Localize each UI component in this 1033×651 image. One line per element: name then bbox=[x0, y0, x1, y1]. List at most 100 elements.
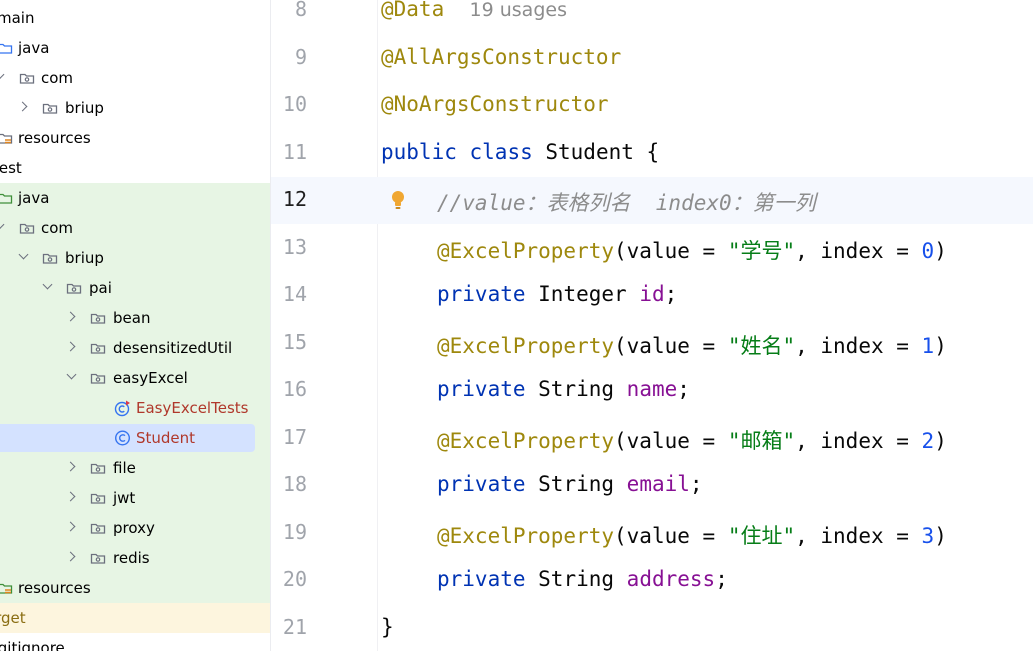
code-line-16[interactable]: 16 private String name; bbox=[271, 367, 1033, 414]
chevron-right-icon[interactable] bbox=[65, 341, 76, 352]
tree-item-test-briup[interactable]: briup bbox=[0, 243, 270, 273]
code-token: (value = bbox=[614, 238, 728, 263]
code-token: , index = bbox=[795, 238, 922, 263]
code-line-10[interactable]: 10 @NoArgsConstructor bbox=[271, 82, 1033, 129]
code-token: private bbox=[437, 282, 539, 306]
chevron-right-icon[interactable] bbox=[17, 101, 28, 112]
code-token: 0 bbox=[921, 238, 935, 263]
tree-item-label: bean bbox=[113, 309, 151, 327]
usages-hint[interactable]: 19 usages bbox=[470, 0, 567, 21]
package-icon bbox=[66, 283, 82, 294]
line-number[interactable]: 21 bbox=[271, 615, 307, 639]
tree-item-easyexceltests[interactable]: EasyExcelTests bbox=[0, 393, 270, 423]
tree-item-briup[interactable]: briup bbox=[0, 93, 270, 123]
code-token: 1 bbox=[921, 333, 935, 358]
line-number[interactable]: 18 bbox=[271, 472, 307, 496]
tree-item-test-com[interactable]: com bbox=[0, 213, 270, 243]
tree-item-redis[interactable]: redis bbox=[0, 543, 270, 573]
line-number[interactable]: 15 bbox=[271, 330, 307, 354]
code-line-8[interactable]: 8 @Data 19 usages bbox=[271, 0, 1033, 34]
line-number[interactable]: 20 bbox=[271, 567, 307, 591]
line-number[interactable]: 19 bbox=[271, 520, 307, 544]
package-icon bbox=[90, 463, 106, 474]
package-icon bbox=[42, 253, 58, 264]
code-token: (value = bbox=[614, 333, 728, 358]
tree-item-test[interactable]: test bbox=[0, 153, 270, 183]
line-number[interactable]: 11 bbox=[271, 140, 307, 164]
chevron-down-icon[interactable] bbox=[42, 279, 53, 290]
chevron-down-icon[interactable] bbox=[66, 369, 77, 380]
code-text: private Integer id; bbox=[437, 282, 677, 306]
tree-item-test-java[interactable]: java bbox=[0, 183, 270, 213]
chevron-right-icon[interactable] bbox=[65, 491, 76, 502]
tree-item-target[interactable]: target bbox=[0, 603, 270, 633]
code-line-21[interactable]: 21} bbox=[271, 605, 1033, 651]
code-line-12[interactable]: 12 //value：表格列名 index0：第一列 bbox=[271, 177, 1033, 224]
tree-item-jwt[interactable]: jwt bbox=[0, 483, 270, 513]
tree-item-easyexcel[interactable]: easyExcel bbox=[0, 363, 270, 393]
chevron-right-icon[interactable] bbox=[65, 461, 76, 472]
tree-item-java[interactable]: java bbox=[0, 33, 270, 63]
line-number[interactable]: 10 bbox=[271, 92, 307, 116]
tree-item-bean[interactable]: bean bbox=[0, 303, 270, 333]
tree-item-label: pai bbox=[89, 279, 112, 297]
tree-item-gitignore[interactable]: .gitignore bbox=[0, 633, 270, 651]
lightbulb-icon[interactable] bbox=[388, 189, 408, 211]
line-number[interactable]: 14 bbox=[271, 282, 307, 306]
tree-item-pai[interactable]: pai bbox=[0, 273, 270, 303]
chevron-right-icon[interactable] bbox=[65, 551, 76, 562]
tree-item-test-resources[interactable]: resources bbox=[0, 573, 270, 603]
code-line-9[interactable]: 9 @AllArgsConstructor bbox=[271, 35, 1033, 82]
tree-item-label: java bbox=[18, 189, 50, 207]
code-token: 2 bbox=[921, 428, 935, 453]
line-number[interactable]: 8 bbox=[271, 0, 307, 21]
code-token: ; bbox=[689, 472, 703, 496]
tree-item-label: main bbox=[0, 9, 35, 27]
code-token: @ExcelProperty bbox=[437, 428, 615, 453]
tree-item-label: file bbox=[113, 459, 136, 477]
code-line-19[interactable]: 19 @ExcelProperty(value = "住址", index = 3… bbox=[271, 510, 1033, 557]
code-token: @ExcelProperty bbox=[437, 523, 615, 548]
line-number[interactable]: 17 bbox=[271, 425, 307, 449]
code-line-18[interactable]: 18 private String email; bbox=[271, 462, 1033, 509]
tree-item-label: EasyExcelTests bbox=[136, 399, 249, 417]
tree-item-proxy[interactable]: proxy bbox=[0, 513, 270, 543]
test-source-folder-icon bbox=[0, 193, 13, 204]
line-number[interactable]: 12 bbox=[271, 187, 307, 211]
package-icon bbox=[19, 73, 35, 84]
chevron-down-icon[interactable] bbox=[0, 69, 5, 80]
code-editor[interactable]: 8 @Data 19 usages 9 @AllArgsConstructor 10 @N… bbox=[271, 0, 1033, 651]
tree-item-label: briup bbox=[65, 249, 104, 267]
chevron-down-icon[interactable] bbox=[0, 219, 5, 230]
tree-item-label: com bbox=[41, 219, 74, 237]
code-line-20[interactable]: 20 private String address; bbox=[271, 557, 1033, 604]
tree-item-main[interactable]: main bbox=[0, 3, 270, 33]
tree-item-label: com bbox=[41, 69, 74, 87]
code-text: } bbox=[381, 615, 394, 639]
tree-item-student[interactable]: Student bbox=[0, 423, 270, 453]
code-line-15[interactable]: 15 @ExcelProperty(value = "姓名", index = 1… bbox=[271, 320, 1033, 367]
tree-item-resources[interactable]: resources bbox=[0, 123, 270, 153]
chevron-right-icon[interactable] bbox=[65, 521, 76, 532]
line-number[interactable]: 13 bbox=[271, 235, 307, 259]
line-number[interactable]: 9 bbox=[271, 45, 307, 69]
line-number[interactable]: 16 bbox=[271, 377, 307, 401]
chevron-right-icon[interactable] bbox=[65, 311, 76, 322]
tree-item-file[interactable]: file bbox=[0, 453, 270, 483]
code-token: @NoArgsConstructor bbox=[381, 92, 609, 116]
project-tree: main java com briup resources test java … bbox=[0, 0, 270, 651]
code-text: @ExcelProperty(value = "住址", index = 3) bbox=[437, 520, 947, 550]
tree-item-com[interactable]: com bbox=[0, 63, 270, 93]
code-line-13[interactable]: 13 @ExcelProperty(value = "学号", index = 0… bbox=[271, 225, 1033, 272]
code-token: ) bbox=[934, 333, 947, 358]
code-token: ) bbox=[934, 238, 947, 263]
code-line-11[interactable]: 11 public class Student { bbox=[271, 130, 1033, 177]
code-line-14[interactable]: 14 private Integer id; bbox=[271, 272, 1033, 319]
code-text: @ExcelProperty(value = "姓名", index = 1) bbox=[437, 330, 947, 360]
code-token: , index = bbox=[795, 428, 922, 453]
code-token: "学号" bbox=[727, 238, 796, 263]
chevron-down-icon[interactable] bbox=[18, 249, 29, 260]
tree-item-desensitizedutil[interactable]: desensitizedUtil bbox=[0, 333, 270, 363]
code-line-17[interactable]: 17 @ExcelProperty(value = "邮箱", index = 2… bbox=[271, 415, 1033, 462]
